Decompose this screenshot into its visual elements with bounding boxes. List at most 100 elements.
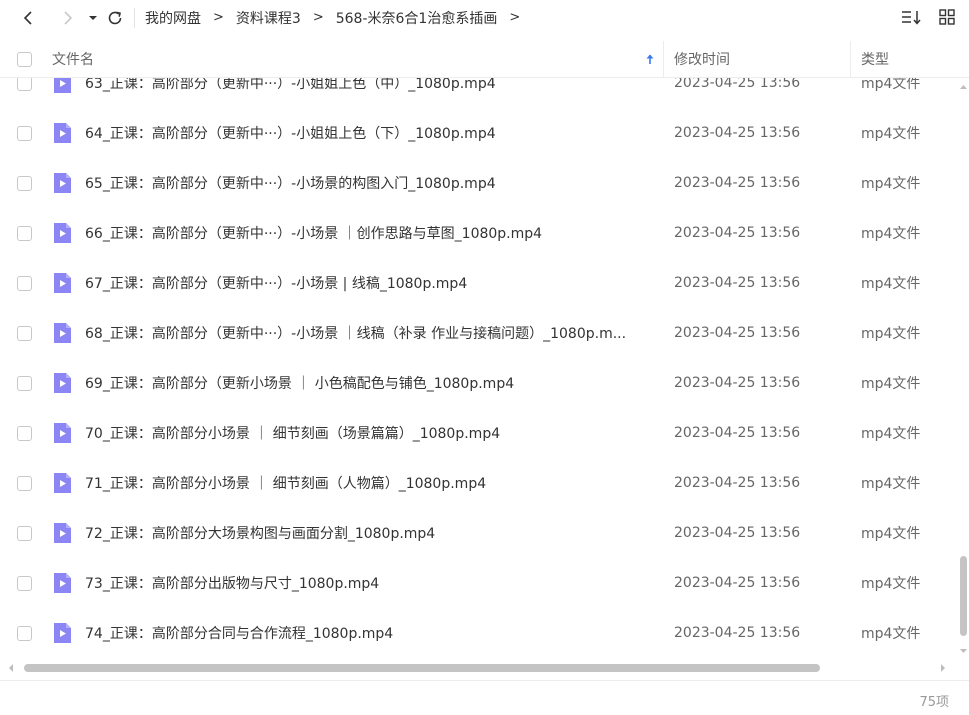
file-row[interactable]: 64_正课：高阶部分（更新中···）-小姐姐上色（下）_1080p.mp4 20…	[0, 108, 958, 158]
column-header-modified[interactable]: 修改时间	[664, 40, 851, 78]
item-count: 75项	[919, 695, 949, 710]
vertical-scrollbar[interactable]	[958, 78, 969, 658]
select-all-checkbox[interactable]	[16, 51, 32, 67]
breadcrumb-expand[interactable]: >	[509, 10, 520, 25]
file-row[interactable]: 72_正课：高阶部分大场景构图与画面分割_1080p.mp4 2023-04-2…	[0, 508, 958, 558]
file-row-checkbox[interactable]	[17, 275, 32, 291]
breadcrumb-item-my-drive[interactable]: 我的网盘	[143, 8, 203, 28]
status-bar: 75项	[0, 680, 969, 715]
file-row[interactable]: 70_正课：高阶部分小场景 ｜ 细节刻画（场景篇篇）_1080p.mp4 202…	[0, 408, 958, 458]
column-header-type[interactable]: 类型	[851, 49, 889, 69]
horizontal-scroll-thumb[interactable]	[24, 664, 820, 672]
file-name: 68_正课：高阶部分（更新中···）-小场景 ｜线稿（补录 作业与接稿问题）_1…	[85, 326, 627, 342]
file-modified-time: 2023-04-25 13:56	[674, 225, 801, 241]
grid-view-icon	[939, 9, 955, 25]
file-row[interactable]: 68_正课：高阶部分（更新中···）-小场景 ｜线稿（补录 作业与接稿问题）_1…	[0, 308, 958, 358]
caret-down-icon	[89, 15, 97, 20]
file-row-check-cell	[0, 225, 52, 241]
video-file-icon	[54, 623, 71, 643]
file-row-icon-cell	[52, 172, 85, 194]
file-row-checkbox[interactable]	[17, 125, 32, 141]
video-file-icon	[54, 173, 71, 193]
video-file-icon	[54, 78, 71, 93]
toolbar-right	[899, 5, 959, 29]
file-row-icon-cell	[52, 122, 85, 144]
file-type: mp4文件	[861, 626, 921, 642]
file-row-check-cell	[0, 475, 52, 491]
file-type: mp4文件	[861, 476, 921, 492]
sort-button[interactable]	[899, 5, 923, 29]
video-file-icon	[54, 223, 71, 243]
file-row-icon-cell	[52, 222, 85, 244]
file-type: mp4文件	[861, 226, 921, 242]
file-row[interactable]: 71_正课：高阶部分小场景 ｜ 细节刻画（人物篇）_1080p.mp4 2023…	[0, 458, 958, 508]
refresh-icon	[108, 11, 122, 24]
file-row-icon-cell	[52, 472, 85, 494]
file-row-check-cell	[0, 78, 52, 91]
vertical-scroll-thumb[interactable]	[960, 556, 967, 636]
file-modified-time: 2023-04-25 13:56	[674, 575, 801, 591]
file-list-rows: 63_正课：高阶部分（更新中···）-小姐姐上色（中）_1080p.mp4 20…	[0, 78, 958, 658]
scroll-right-icon[interactable]	[940, 663, 946, 673]
file-name: 64_正课：高阶部分（更新中···）-小姐姐上色（下）_1080p.mp4	[85, 126, 496, 142]
file-modified-time: 2023-04-25 13:56	[674, 475, 801, 491]
file-row-check-cell	[0, 175, 52, 191]
column-header: 文件名 修改时间 类型	[0, 40, 969, 78]
video-file-icon	[54, 323, 71, 343]
file-row-check-cell	[0, 325, 52, 341]
grid-view-button[interactable]	[935, 5, 959, 29]
file-row-checkbox[interactable]	[17, 175, 32, 191]
file-modified-time: 2023-04-25 13:56	[674, 425, 801, 441]
file-row[interactable]: 74_正课：高阶部分合同与合作流程_1080p.mp4 2023-04-25 1…	[0, 608, 958, 658]
breadcrumb: 我的网盘 > 资料课程3 > 568-米奈6合1治愈系插画 >	[143, 8, 530, 28]
refresh-button[interactable]	[102, 3, 128, 33]
header-check-cell	[0, 51, 52, 67]
history-dropdown-button[interactable]	[84, 3, 102, 33]
video-file-icon	[54, 423, 71, 443]
sort-icon	[902, 11, 921, 25]
file-row-checkbox[interactable]	[17, 225, 32, 241]
file-name: 65_正课：高阶部分（更新中···）-小场景的构图入门_1080p.mp4	[85, 176, 496, 192]
file-row-icon-cell	[52, 372, 85, 394]
file-type: mp4文件	[861, 376, 921, 392]
horizontal-scrollbar[interactable]	[0, 659, 958, 677]
scroll-down-icon[interactable]	[959, 648, 968, 654]
file-row-checkbox[interactable]	[17, 78, 32, 91]
file-modified-time: 2023-04-25 13:56	[674, 78, 801, 91]
file-row-check-cell	[0, 525, 52, 541]
scroll-left-icon[interactable]	[8, 663, 14, 673]
file-row[interactable]: 69_正课：高阶部分（更新小场景 ｜ 小色稿配色与铺色_1080p.mp4 20…	[0, 358, 958, 408]
file-row-check-cell	[0, 425, 52, 441]
file-name: 69_正课：高阶部分（更新小场景 ｜ 小色稿配色与铺色_1080p.mp4	[85, 376, 515, 392]
file-row-checkbox[interactable]	[17, 375, 32, 391]
file-modified-time: 2023-04-25 13:56	[674, 125, 801, 141]
breadcrumb-item-current-folder[interactable]: 568-米奈6合1治愈系插画	[334, 8, 500, 28]
video-file-icon	[54, 573, 71, 593]
file-row[interactable]: 67_正课：高阶部分（更新中···）-小场景 | 线稿_1080p.mp4 20…	[0, 258, 958, 308]
file-row-checkbox[interactable]	[17, 425, 32, 441]
breadcrumb-separator: >	[213, 10, 224, 25]
file-row-checkbox[interactable]	[17, 575, 32, 591]
file-row[interactable]: 65_正课：高阶部分（更新中···）-小场景的构图入门_1080p.mp4 20…	[0, 158, 958, 208]
breadcrumb-item-course3[interactable]: 资料课程3	[234, 8, 303, 28]
file-row-checkbox[interactable]	[17, 625, 32, 641]
video-file-icon	[54, 273, 71, 293]
file-row-checkbox[interactable]	[17, 475, 32, 491]
file-name: 67_正课：高阶部分（更新中···）-小场景 | 线稿_1080p.mp4	[85, 276, 468, 292]
file-row-icon-cell	[52, 522, 85, 544]
back-button[interactable]	[14, 3, 44, 33]
file-name: 71_正课：高阶部分小场景 ｜ 细节刻画（人物篇）_1080p.mp4	[85, 476, 487, 492]
toolbar: 我的网盘 > 资料课程3 > 568-米奈6合1治愈系插画 >	[0, 0, 969, 35]
file-row[interactable]: 66_正课：高阶部分（更新中···）-小场景 ｜创作思路与草图_1080p.mp…	[0, 208, 958, 258]
file-name: 63_正课：高阶部分（更新中···）-小姐姐上色（中）_1080p.mp4	[85, 78, 496, 92]
file-row[interactable]: 63_正课：高阶部分（更新中···）-小姐姐上色（中）_1080p.mp4 20…	[0, 78, 958, 108]
forward-button[interactable]	[52, 3, 82, 33]
scroll-up-icon[interactable]	[959, 84, 968, 90]
file-type: mp4文件	[861, 526, 921, 542]
file-list[interactable]: 63_正课：高阶部分（更新中···）-小姐姐上色（中）_1080p.mp4 20…	[0, 78, 958, 658]
file-row[interactable]: 73_正课：高阶部分出版物与尺寸_1080p.mp4 2023-04-25 13…	[0, 558, 958, 608]
column-header-name[interactable]: 文件名	[52, 40, 664, 78]
file-row-checkbox[interactable]	[17, 525, 32, 541]
video-file-icon	[54, 523, 71, 543]
file-row-checkbox[interactable]	[17, 325, 32, 341]
